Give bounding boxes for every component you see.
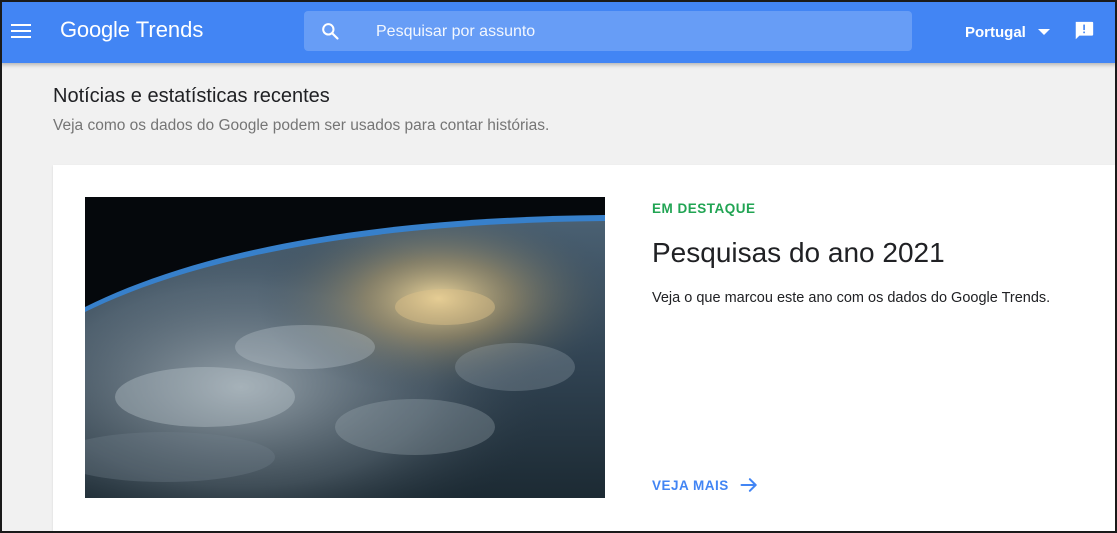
- featured-description: Veja o que marcou este ano com os dados …: [652, 290, 1051, 306]
- logo-product: Trends: [135, 17, 204, 42]
- dropdown-caret-icon: [1037, 29, 1050, 35]
- google-trends-logo[interactable]: Google Trends: [60, 17, 203, 47]
- menu-icon: [11, 24, 31, 38]
- featured-story-card[interactable]: EM DESTAQUE Pesquisas do ano 2021 Veja o…: [53, 165, 1115, 533]
- see-more-link[interactable]: VEJA MAIS: [652, 475, 759, 495]
- search-icon[interactable]: [320, 21, 340, 41]
- search-input[interactable]: [374, 11, 898, 53]
- country-selector[interactable]: Portugal: [965, 20, 1050, 44]
- section-subtitle: Veja como os dados do Google podem ser u…: [53, 117, 550, 134]
- feedback-icon[interactable]: [1073, 20, 1095, 42]
- logo-brand: Google: [60, 17, 130, 42]
- top-app-bar: Google Trends Portugal: [0, 0, 1117, 63]
- featured-title[interactable]: Pesquisas do ano 2021: [652, 237, 945, 269]
- menu-button[interactable]: [9, 19, 33, 43]
- arrow-forward-icon: [740, 478, 757, 492]
- see-more-label: VEJA MAIS: [652, 477, 729, 493]
- search-box[interactable]: [304, 11, 912, 53]
- country-label: Portugal: [965, 23, 1026, 41]
- earth-from-space-image[interactable]: [85, 197, 605, 498]
- section-title: Notícias e estatísticas recentes: [53, 85, 330, 107]
- featured-kicker: EM DESTAQUE: [652, 201, 756, 216]
